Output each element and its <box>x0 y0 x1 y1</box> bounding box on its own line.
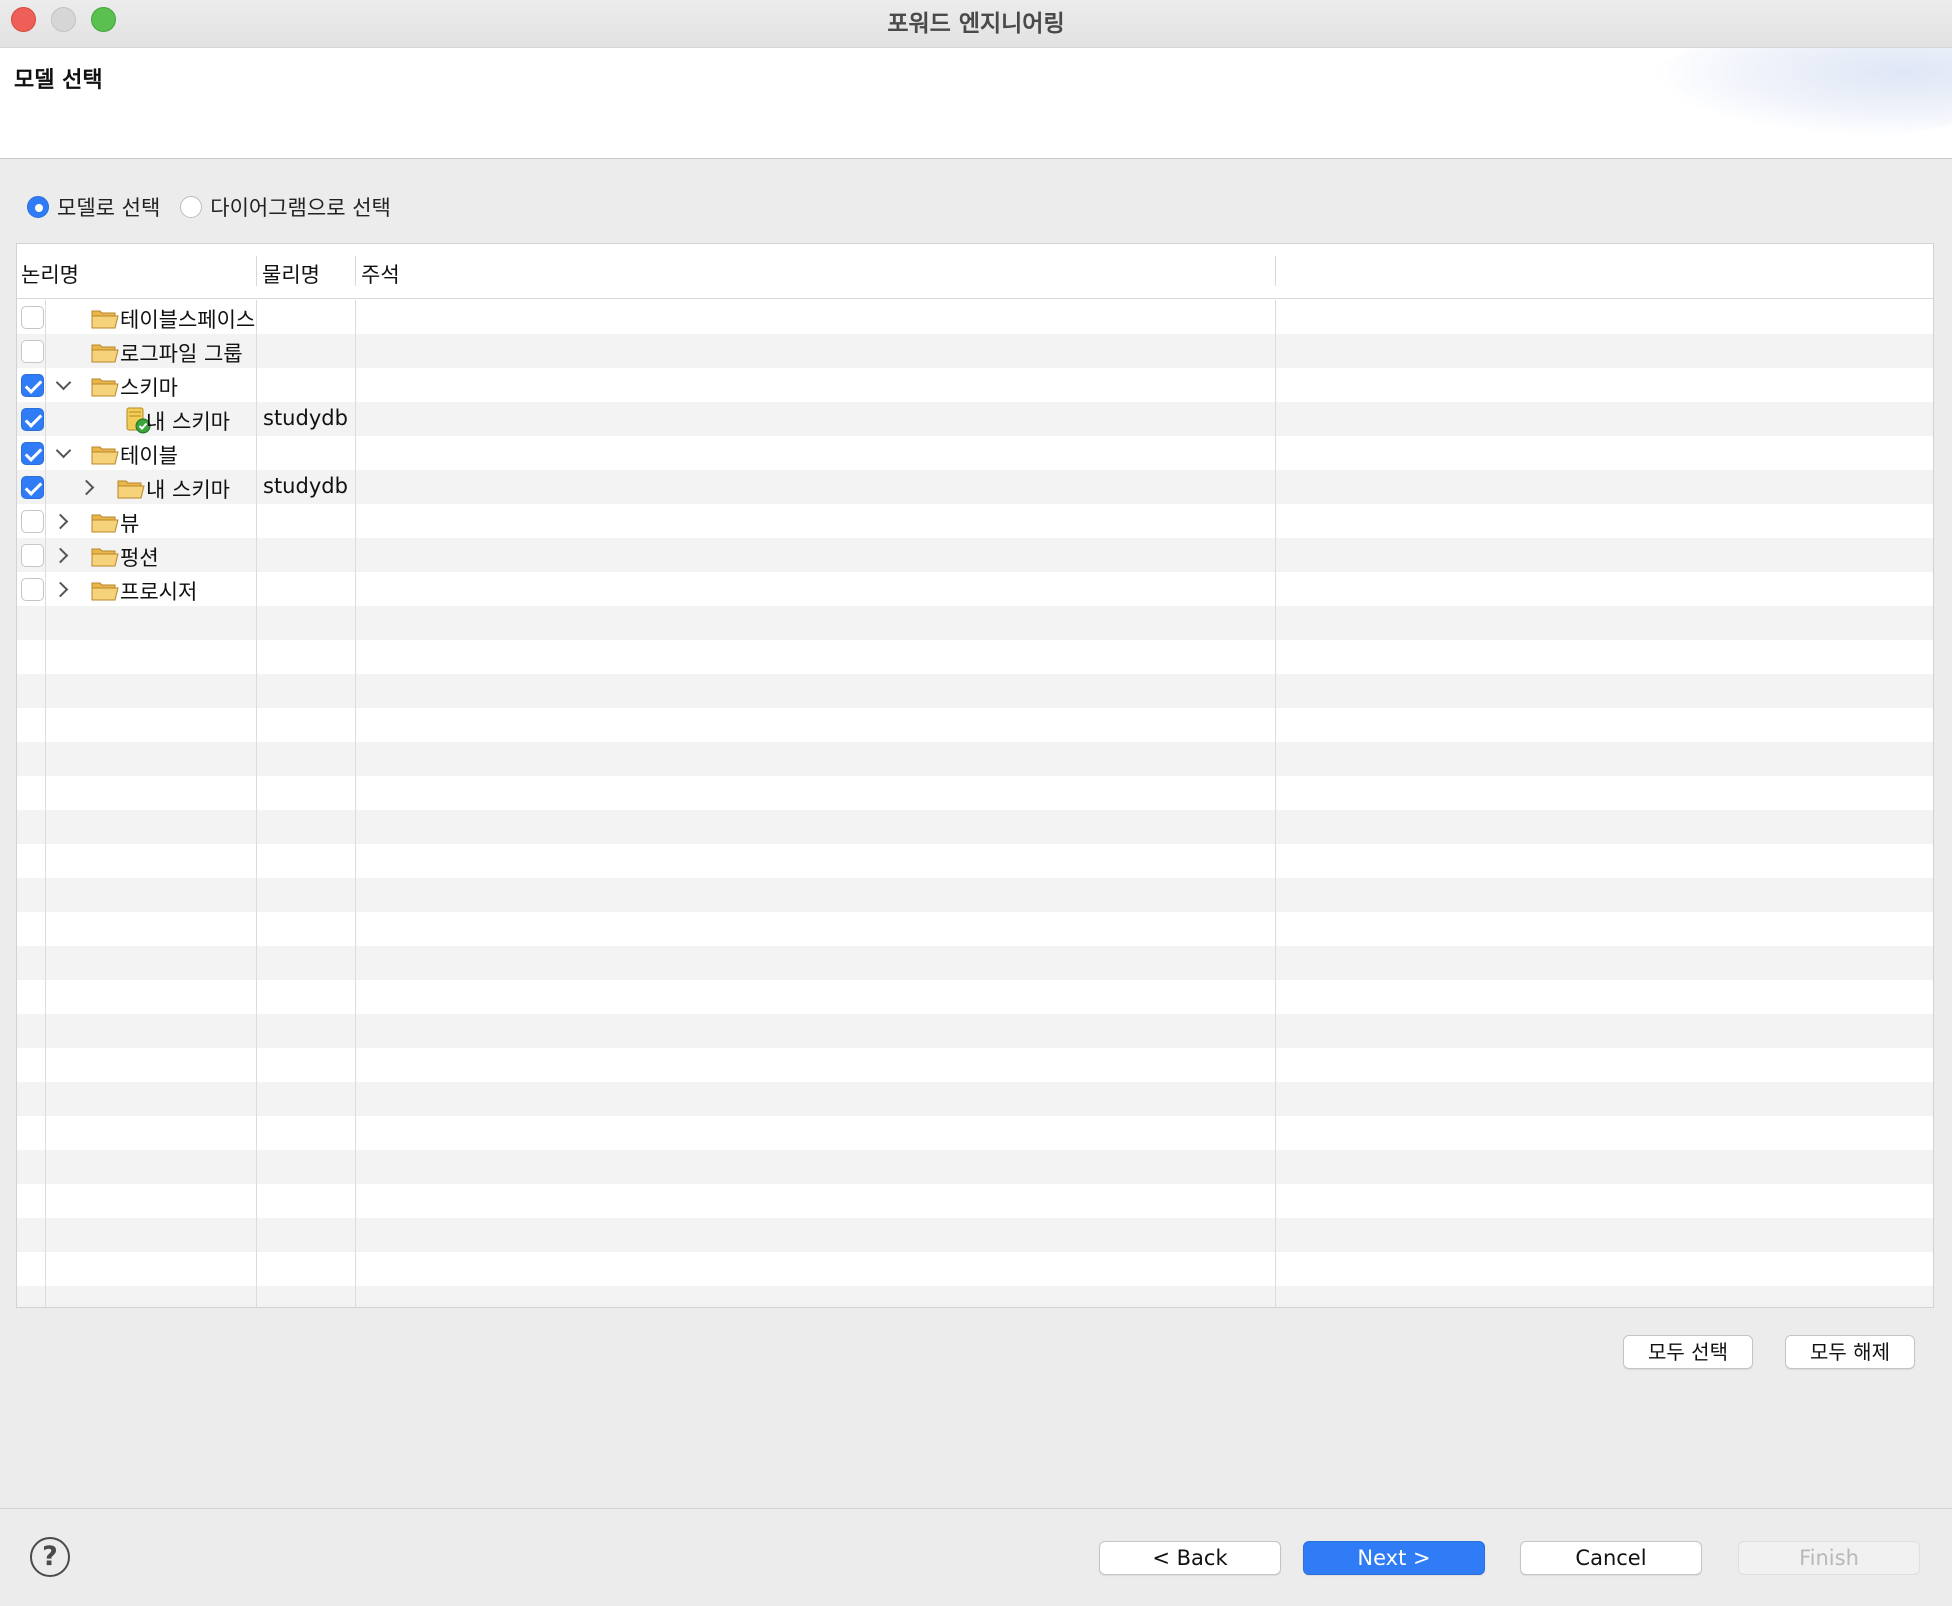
table-row[interactable]: 로그파일 그룹 <box>17 334 1933 368</box>
logical-name-cell: 뷰 <box>120 512 140 536</box>
row-checkbox[interactable] <box>21 374 44 397</box>
table-row <box>17 980 1933 1014</box>
logical-name-cell: 내 스키마 <box>146 478 230 502</box>
table-row[interactable]: 내 스키마 studydb <box>17 402 1933 436</box>
chevron-right-icon[interactable] <box>53 544 73 566</box>
deselect-all-button[interactable]: 모두 해제 <box>1785 1335 1915 1369</box>
folder-icon <box>91 307 119 329</box>
folder-icon <box>91 511 119 533</box>
row-checkbox[interactable] <box>21 306 44 329</box>
logical-name-cell: 프로시저 <box>120 580 198 604</box>
table-row <box>17 640 1933 674</box>
table-row <box>17 742 1933 776</box>
row-checkbox[interactable] <box>21 408 44 431</box>
folder-icon <box>91 341 119 363</box>
row-checkbox[interactable] <box>21 544 44 567</box>
column-separator[interactable] <box>256 256 257 286</box>
table-row <box>17 1048 1933 1082</box>
logical-name-cell: 로그파일 그룹 <box>120 342 243 366</box>
row-checkbox[interactable] <box>21 340 44 363</box>
header-decoration <box>1652 48 1952 138</box>
title-bar: 포워드 엔지니어링 <box>0 0 1952 48</box>
table-row[interactable]: 펑션 <box>17 538 1933 572</box>
chevron-right-icon[interactable] <box>53 578 73 600</box>
folder-icon <box>91 375 119 397</box>
table-row <box>17 1184 1933 1218</box>
radio-select-by-diagram[interactable] <box>180 196 203 218</box>
table-row <box>17 912 1933 946</box>
logical-name-cell: 펑션 <box>120 546 159 570</box>
chevron-right-icon[interactable] <box>79 476 99 498</box>
logical-name-cell: 테이블스페이스 <box>120 308 256 332</box>
table-row <box>17 1218 1933 1252</box>
table-row <box>17 674 1933 708</box>
table-row[interactable]: 뷰 <box>17 504 1933 538</box>
grid-line <box>256 300 257 1307</box>
page-title: 모델 선택 <box>14 68 103 93</box>
folder-icon <box>91 443 119 465</box>
table-row <box>17 776 1933 810</box>
help-icon[interactable]: ? <box>30 1537 70 1577</box>
back-button[interactable]: < Back <box>1099 1541 1281 1575</box>
row-checkbox[interactable] <box>21 510 44 533</box>
table-row <box>17 708 1933 742</box>
physical-name-cell: studydb <box>263 406 348 430</box>
tree-header: 논리명 물리명 주석 <box>17 244 1933 299</box>
tree-rows: 테이블스페이스 로그파일 그룹 스키마 내 스키마 studydb 테이블 내 스키마 stu… <box>17 300 1933 1307</box>
table-row <box>17 810 1933 844</box>
table-row[interactable]: 테이블 <box>17 436 1933 470</box>
folder-icon <box>91 545 119 567</box>
cancel-button[interactable]: Cancel <box>1520 1541 1702 1575</box>
column-separator[interactable] <box>1275 256 1276 286</box>
radio-label-select-by-diagram[interactable]: 다이어그램으로 선택 <box>210 192 391 222</box>
model-tree-table: 논리명 물리명 주석 테이블스페이스로그파일 그룹스키마내 스키마 studydb… <box>16 243 1934 1308</box>
footer-divider <box>0 1508 1952 1509</box>
table-row <box>17 1082 1933 1116</box>
row-checkbox[interactable] <box>21 442 44 465</box>
logical-name-cell: 테이블 <box>120 444 178 468</box>
logical-name-cell: 스키마 <box>120 376 178 400</box>
table-row <box>17 606 1933 640</box>
table-row[interactable]: 스키마 <box>17 368 1933 402</box>
folder-icon <box>117 477 145 499</box>
finish-button: Finish <box>1738 1541 1920 1575</box>
row-checkbox[interactable] <box>21 476 44 499</box>
grid-line <box>45 300 46 1307</box>
table-row <box>17 1014 1933 1048</box>
table-row <box>17 1150 1933 1184</box>
table-row <box>17 1286 1933 1307</box>
row-checkbox[interactable] <box>21 578 44 601</box>
column-header-comment[interactable]: 주석 <box>361 259 400 289</box>
table-row[interactable]: 테이블스페이스 <box>17 300 1933 334</box>
window-title: 포워드 엔지니어링 <box>887 11 1065 37</box>
select-all-button[interactable]: 모두 선택 <box>1623 1335 1753 1369</box>
grid-line <box>355 300 356 1307</box>
chevron-right-icon[interactable] <box>53 510 73 532</box>
table-row <box>17 946 1933 980</box>
table-row[interactable]: 내 스키마 studydb <box>17 470 1933 504</box>
radio-label-select-by-model[interactable]: 모델로 선택 <box>57 192 160 222</box>
folder-icon <box>91 579 119 601</box>
table-row <box>17 1252 1933 1286</box>
next-button[interactable]: Next > <box>1303 1541 1485 1575</box>
column-header-logical-name[interactable]: 논리명 <box>21 259 79 289</box>
chevron-down-icon[interactable] <box>53 374 73 396</box>
table-row <box>17 1116 1933 1150</box>
column-separator[interactable] <box>355 256 356 286</box>
table-row <box>17 844 1933 878</box>
table-row <box>17 878 1933 912</box>
logical-name-cell: 내 스키마 <box>146 410 230 434</box>
table-row[interactable]: 프로시저 <box>17 572 1933 606</box>
physical-name-cell: studydb <box>263 474 348 498</box>
wizard-header: 모델 선택 <box>0 48 1952 159</box>
column-header-physical-name[interactable]: 물리명 <box>262 259 320 289</box>
chevron-down-icon[interactable] <box>53 442 73 464</box>
radio-select-by-model[interactable] <box>27 196 49 218</box>
grid-line <box>1275 300 1276 1307</box>
selection-mode-group: 모델로 선택 다이어그램으로 선택 <box>27 191 411 223</box>
